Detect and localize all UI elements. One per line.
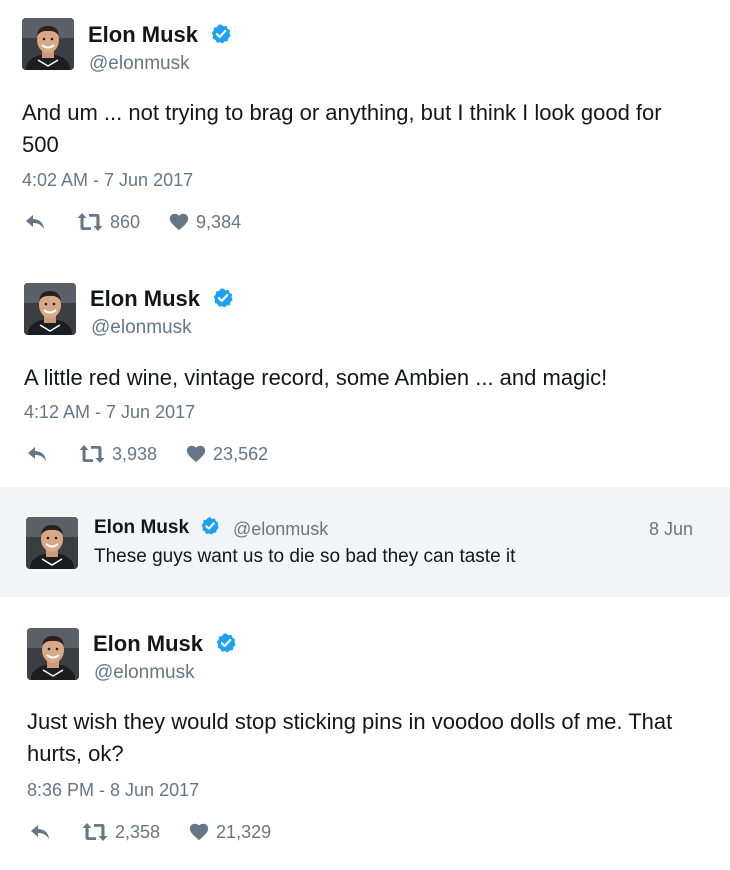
avatar[interactable] (22, 18, 74, 70)
author-name[interactable]: Elon Musk (94, 517, 220, 539)
retweet-button[interactable]: 2,358 (81, 820, 160, 844)
author-name-text: Elon Musk (90, 286, 201, 311)
heart-icon (185, 443, 207, 465)
heart-icon (168, 211, 190, 233)
author-name[interactable]: Elon Musk (90, 286, 234, 312)
tweet-timestamp[interactable]: 8:36 PM - 8 Jun 2017 (27, 780, 199, 801)
tweet-timestamp[interactable]: 4:02 AM - 7 Jun 2017 (22, 170, 193, 191)
verified-badge-icon (212, 287, 234, 309)
avatar[interactable] (24, 283, 76, 335)
tweet-timestamp[interactable]: 4:12 AM - 7 Jun 2017 (24, 402, 195, 423)
heart-icon (188, 821, 210, 843)
retweet-icon (78, 442, 106, 466)
like-count: 9,384 (196, 211, 242, 232)
retweet-button[interactable]: 860 (76, 210, 140, 234)
quoted-tweet[interactable]: Elon Musk @elonmusk 8 Jun These guys wan… (0, 487, 730, 597)
tweet-text: These guys want us to die so bad they ca… (94, 546, 516, 567)
reply-icon (27, 820, 53, 844)
tweet-actions: 2,358 21,329 (27, 820, 299, 844)
like-button[interactable]: 21,329 (188, 821, 271, 843)
verified-badge-icon (210, 23, 232, 45)
reply-button[interactable] (27, 820, 53, 844)
avatar[interactable] (27, 628, 79, 680)
retweet-count: 860 (110, 211, 141, 232)
avatar[interactable] (26, 517, 78, 569)
tweet-text: Just wish they would stop sticking pins … (27, 709, 673, 766)
author-handle[interactable]: @elonmusk (94, 662, 195, 684)
avatar-image (24, 283, 76, 335)
tweet-actions: 3,938 23,562 (24, 442, 296, 466)
tweet-text: And um ... not trying to brag or anythin… (22, 100, 662, 157)
author-name-text: Elon Musk (88, 22, 199, 47)
author-handle[interactable]: @elonmusk (89, 53, 190, 75)
retweet-icon (81, 820, 109, 844)
reply-button[interactable] (22, 210, 48, 234)
like-count: 21,329 (216, 821, 272, 842)
verified-badge-icon (200, 516, 220, 536)
reply-icon (24, 442, 50, 466)
author-name-text: Elon Musk (93, 631, 204, 656)
author-handle[interactable]: @elonmusk (233, 519, 328, 540)
author-name[interactable]: Elon Musk (88, 22, 232, 48)
author-name[interactable]: Elon Musk (93, 631, 237, 657)
reply-icon (22, 210, 48, 234)
retweet-icon (76, 210, 104, 234)
like-count: 23,562 (213, 443, 269, 464)
author-name-text: Elon Musk (94, 517, 190, 538)
like-button[interactable]: 9,384 (168, 211, 241, 233)
avatar-image (27, 628, 79, 680)
retweet-button[interactable]: 3,938 (78, 442, 157, 466)
tweet-text: A little red wine, vintage record, some … (24, 365, 608, 390)
tweet-date[interactable]: 8 Jun (649, 519, 693, 540)
like-button[interactable]: 23,562 (185, 443, 268, 465)
retweet-count: 2,358 (115, 821, 161, 842)
avatar-image (22, 18, 74, 70)
reply-button[interactable] (24, 442, 50, 466)
retweet-count: 3,938 (112, 443, 158, 464)
avatar-image (26, 517, 78, 569)
author-handle[interactable]: @elonmusk (91, 317, 192, 339)
tweet-actions: 860 9,384 (22, 210, 269, 234)
verified-badge-icon (215, 632, 237, 654)
